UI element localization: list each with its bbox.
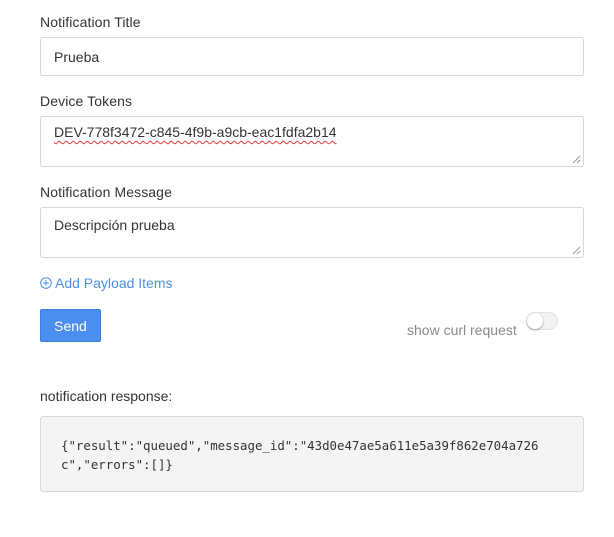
resize-grip-icon[interactable] [572,155,581,164]
plus-circle-icon [40,277,52,289]
notification-response-label: notification response: [40,388,173,404]
notification-message-value: Descripción prueba [54,217,175,233]
resize-grip-icon[interactable] [572,246,581,255]
notification-title-label: Notification Title [40,14,141,30]
add-payload-items-link[interactable]: Add Payload Items [40,275,173,291]
push-notification-form: Notification Title Prueba Device Tokens … [0,0,614,537]
notification-title-input[interactable]: Prueba [40,37,584,76]
notification-message-textarea[interactable]: Descripción prueba [40,207,584,258]
add-payload-items-label: Add Payload Items [55,275,173,291]
device-tokens-textarea[interactable]: DEV-778f3472-c845-4f9b-a9cb-eac1fdfa2b14 [40,116,584,167]
show-curl-request-label: show curl request [407,322,517,338]
device-tokens-value: DEV-778f3472-c845-4f9b-a9cb-eac1fdfa2b14 [54,124,337,140]
notification-response-output: {"result":"queued","message_id":"43d0e47… [40,416,584,492]
device-tokens-label: Device Tokens [40,93,133,109]
show-curl-request-toggle[interactable] [526,312,558,330]
notification-title-value: Prueba [54,49,100,65]
toggle-knob [527,313,543,329]
send-button[interactable]: Send [40,309,101,342]
notification-message-label: Notification Message [40,184,172,200]
